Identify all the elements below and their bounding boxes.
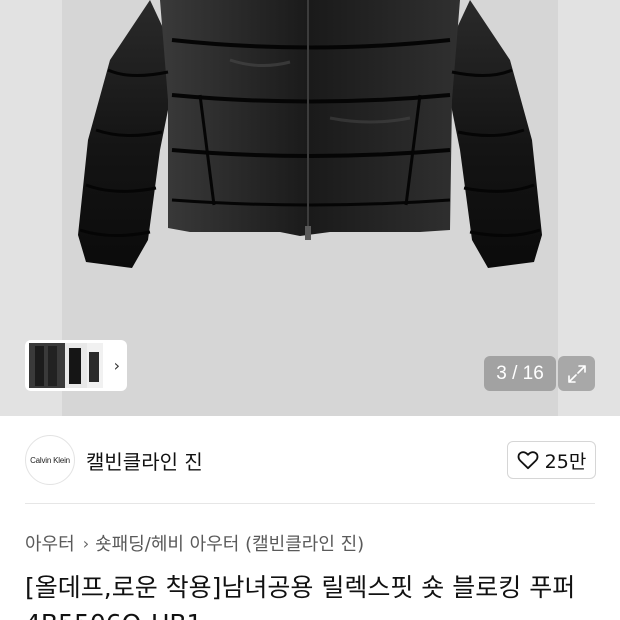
like-count: 25만 xyxy=(544,450,587,473)
heart-icon xyxy=(517,451,539,470)
brand-row: Calvin Klein 캘빈클라인 진 25만 xyxy=(0,416,620,504)
expand-button[interactable] xyxy=(558,356,595,391)
thumbnail-images[interactable] xyxy=(25,340,105,391)
brand-logo[interactable]: Calvin Klein xyxy=(25,435,75,485)
chevron-right-icon: › xyxy=(82,533,90,553)
expand-icon xyxy=(567,364,586,383)
divider xyxy=(25,503,595,504)
product-title: [올데프,로운 착용]남녀공용 릴렉스핏 숏 블로킹 푸퍼 4B5506Q-UB… xyxy=(25,570,620,620)
like-button[interactable]: 25만 xyxy=(507,441,596,479)
brand-name-link[interactable]: 캘빈클라인 진 xyxy=(86,446,203,475)
brand-logo-text: Calvin Klein xyxy=(30,455,70,465)
product-image-gallery[interactable]: › 3 / 16 xyxy=(0,0,620,416)
chevron-right-icon[interactable]: › xyxy=(114,356,120,375)
breadcrumb-item-category[interactable]: 숏패딩/헤비 아우터 (캘빈클라인 진) xyxy=(95,530,364,556)
breadcrumb: 아우터 › 숏패딩/헤비 아우터 (캘빈클라인 진) xyxy=(25,530,364,556)
thumbnail-strip[interactable]: › xyxy=(25,340,127,391)
image-counter: 3 / 16 xyxy=(484,356,556,391)
breadcrumb-item-outer[interactable]: 아우터 xyxy=(25,530,75,556)
product-title-line2: 4B5506Q-UB1 xyxy=(25,606,620,620)
product-title-line1: [올데프,로운 착용]남녀공용 릴렉스핏 숏 블로킹 푸퍼 xyxy=(25,573,576,602)
